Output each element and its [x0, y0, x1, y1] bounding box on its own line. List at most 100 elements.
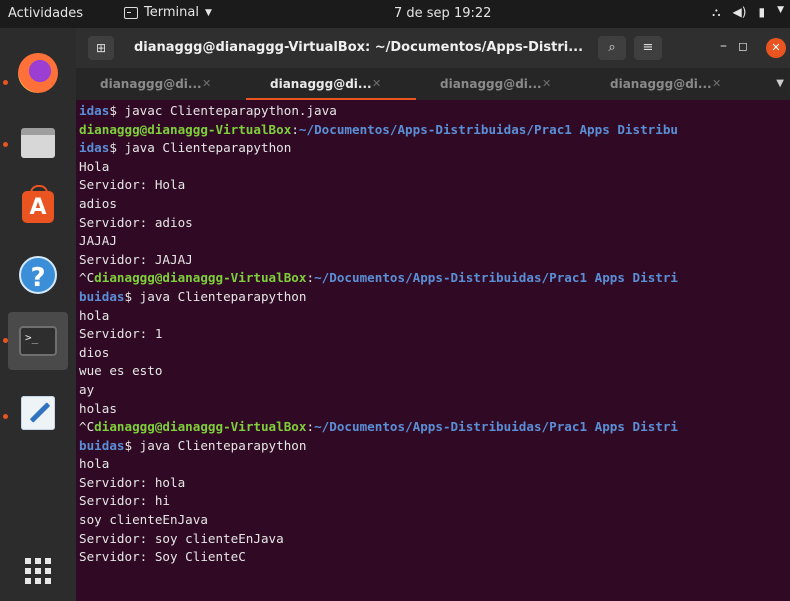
- close-icon[interactable]: ✕: [542, 68, 551, 100]
- terminal-line: ay: [79, 381, 790, 400]
- tab-label: dianaggg@di...: [100, 77, 202, 91]
- app-menu-label: Terminal: [144, 5, 199, 20]
- system-tray[interactable]: ⛬ ◀) ▮ ▼: [712, 5, 784, 20]
- terminal-icon: >_: [19, 326, 57, 356]
- running-indicator: [3, 80, 8, 85]
- terminal-line: Servidor: soy clienteEnJava: [79, 530, 790, 549]
- running-indicator: [3, 414, 8, 419]
- window-title: dianaggg@dianaggg-VirtualBox: ~/Document…: [134, 40, 584, 55]
- terminal-line: buidas$ java Clienteparapython: [79, 288, 790, 307]
- terminal-text: dianaggg@dianaggg-VirtualBox: [94, 270, 307, 286]
- terminal-text: hola: [79, 307, 110, 323]
- close-icon[interactable]: ✕: [372, 68, 381, 100]
- tab-label: dianaggg@di...: [270, 77, 372, 91]
- dock-item-terminal[interactable]: >_: [8, 312, 68, 370]
- network-icon: ⛬: [712, 5, 721, 19]
- top-bar: Actividades Terminal ▼ 7 de sep 19:22 ⛬ …: [0, 0, 790, 28]
- close-button[interactable]: ✕: [766, 38, 786, 58]
- terminal-tab-1[interactable]: dianaggg@di... ✕: [76, 68, 246, 100]
- terminal-text: ^C: [79, 270, 95, 286]
- terminal-text: adios: [79, 195, 117, 211]
- tab-bar: dianaggg@di... ✕ dianaggg@di... ✕ dianag…: [76, 68, 790, 100]
- terminal-text: :: [306, 270, 315, 286]
- search-button[interactable]: ⌕: [598, 36, 626, 60]
- close-icon[interactable]: ✕: [202, 68, 211, 100]
- terminal-text: ay: [79, 381, 95, 397]
- terminal-text: idas: [79, 103, 110, 118]
- terminal-line: hola: [79, 307, 790, 326]
- terminal-text: Servidor: soy clienteEnJava: [79, 530, 284, 546]
- close-icon[interactable]: ✕: [712, 68, 721, 100]
- dock-item-files[interactable]: [13, 118, 63, 168]
- terminal-text: Servidor: 1: [79, 326, 163, 342]
- terminal-text: dianaggg@dianaggg-VirtualBox: [94, 419, 307, 435]
- terminal-text: soy clienteEnJava: [79, 512, 208, 528]
- terminal-line: adios: [79, 195, 790, 214]
- dock-item-software[interactable]: A: [13, 182, 63, 232]
- terminal-text: holas: [79, 400, 117, 416]
- terminal-text: Hola: [79, 158, 110, 174]
- terminal-text: wue es esto: [79, 363, 163, 379]
- search-icon: ⌕: [608, 40, 616, 55]
- minimize-button[interactable]: –: [720, 38, 727, 54]
- terminal-text: ~/Documentos/Apps-Distribuidas/Prac1 App…: [314, 419, 679, 435]
- terminal-app-icon: [124, 6, 138, 19]
- tabs-overflow-chevron-icon[interactable]: ▼: [776, 78, 784, 89]
- volume-icon: ◀): [732, 5, 747, 19]
- dock-item-text-editor[interactable]: [13, 388, 63, 438]
- app-menu[interactable]: Terminal ▼: [124, 5, 212, 20]
- dock-item-help[interactable]: ?: [13, 250, 63, 300]
- terminal-line: hola: [79, 455, 790, 474]
- new-tab-button[interactable]: ⊞: [88, 36, 114, 60]
- terminal-tab-3[interactable]: dianaggg@di... ✕: [416, 68, 586, 100]
- firefox-icon: [18, 53, 58, 93]
- terminal-line: dios: [79, 344, 790, 363]
- dock-item-firefox[interactable]: [13, 48, 63, 98]
- terminal-text: Servidor: Hola: [79, 177, 186, 193]
- terminal-line: Servidor: JAJAJ: [79, 251, 790, 270]
- terminal-text: Servidor: Soy ClienteC: [79, 549, 246, 565]
- terminal-text: idas: [79, 140, 110, 156]
- terminal-line: holas: [79, 400, 790, 419]
- clock[interactable]: 7 de sep 19:22: [394, 6, 491, 21]
- help-icon: ?: [19, 256, 57, 294]
- terminal-tab-4[interactable]: dianaggg@di... ✕: [586, 68, 756, 100]
- maximize-button[interactable]: ◻: [738, 39, 748, 53]
- terminal-text: dios: [79, 344, 110, 360]
- terminal-text: dianaggg@dianaggg-VirtualBox: [79, 121, 292, 137]
- battery-icon: ▮: [758, 5, 766, 19]
- terminal-line: soy clienteEnJava: [79, 511, 790, 530]
- terminal-text: Servidor: JAJAJ: [79, 251, 193, 267]
- terminal-text: $ java Clienteparapython: [124, 437, 307, 453]
- terminal-text: Servidor: adios: [79, 214, 193, 230]
- terminal-text: :: [291, 121, 299, 137]
- terminal-text: $ java Clienteparapython: [124, 288, 307, 304]
- grid-icon: [25, 558, 51, 584]
- activities-button[interactable]: Actividades: [8, 6, 83, 21]
- terminal-text: $ javac Clienteparapython.java: [109, 103, 337, 118]
- terminal-line: buidas$ java Clienteparapython: [79, 437, 790, 456]
- terminal-text: $ java Clienteparapython: [109, 140, 292, 156]
- terminal-text: Servidor: hi: [79, 493, 170, 509]
- menu-button[interactable]: ≡: [634, 36, 662, 60]
- terminal-output[interactable]: idas$ javac Clienteparapython.java dianag…: [76, 100, 790, 601]
- terminal-line: idas$ javac Clienteparapython.java: [79, 102, 790, 121]
- terminal-line: Servidor: hi: [79, 492, 790, 511]
- hamburger-menu-icon: ≡: [642, 40, 654, 55]
- terminal-line: Hola: [79, 158, 790, 177]
- chevron-down-icon: ▼: [204, 7, 212, 18]
- dock: A ? >_: [0, 28, 76, 601]
- terminal-text: ~/Documentos/Apps-Distribuidas/Prac1 App…: [298, 121, 679, 137]
- terminal-line: Servidor: hola: [79, 474, 790, 493]
- show-applications-button[interactable]: [13, 546, 63, 596]
- running-indicator: [3, 142, 8, 147]
- folder-icon: [21, 128, 55, 158]
- terminal-text: Servidor: hola: [79, 474, 186, 490]
- terminal-text: ~/Documentos/Apps-Distribuidas/Prac1 App…: [314, 270, 679, 286]
- terminal-line: ^Cdianaggg@dianaggg-VirtualBox:~/Documen…: [79, 269, 790, 288]
- terminal-text: buidas: [79, 288, 125, 304]
- terminal-line: Servidor: adios: [79, 214, 790, 233]
- title-bar[interactable]: ⊞ dianaggg@dianaggg-VirtualBox: ~/Docume…: [76, 28, 790, 68]
- terminal-tab-2[interactable]: dianaggg@di... ✕: [246, 68, 416, 100]
- terminal-line: idas$ java Clienteparapython: [79, 139, 790, 158]
